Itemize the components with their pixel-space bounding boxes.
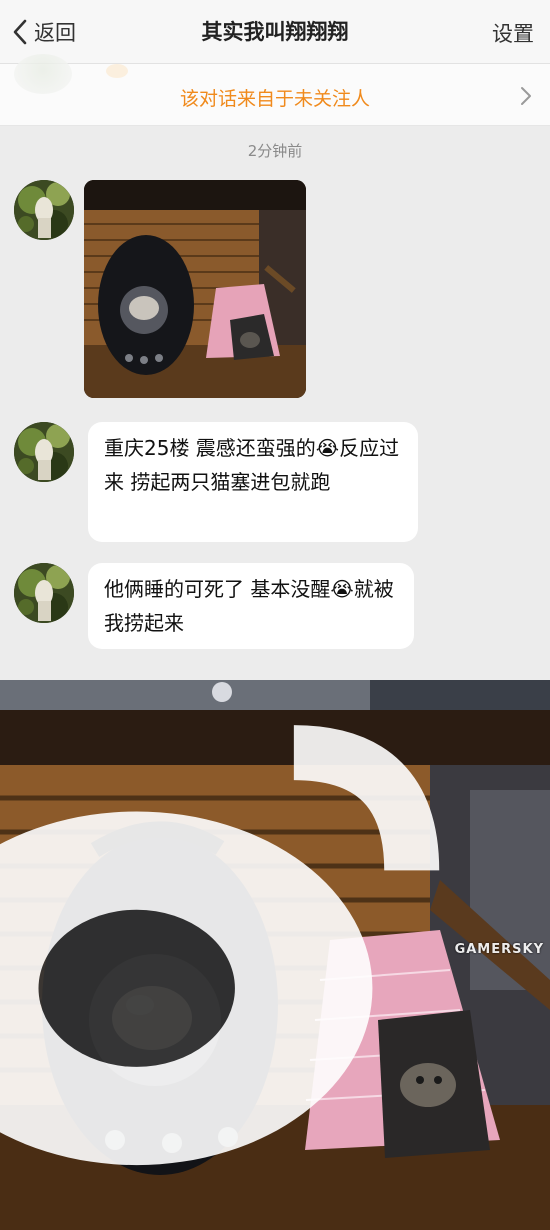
- sender-avatar[interactable]: [14, 180, 74, 240]
- conversation-title: 其实我叫翔翔翔: [201, 20, 349, 44]
- text-message[interactable]: 重庆25楼 震感还蛮强的😭反应过来 捞起两只猫塞进包就跑: [88, 422, 418, 542]
- faded-badge: [106, 64, 128, 78]
- stranger-notice-banner[interactable]: 该对话来自于未关注人: [0, 54, 550, 126]
- navigation-bar: 返回 其实我叫翔翔翔 设置: [0, 0, 550, 64]
- chevron-left-icon: [13, 19, 27, 45]
- image-message[interactable]: [84, 180, 306, 398]
- back-button[interactable]: 返回: [12, 14, 76, 50]
- back-label: 返回: [34, 21, 76, 45]
- source-watermark: GAMERSKY: [0, 680, 544, 1224]
- stranger-notice-text: 该对话来自于未关注人: [179, 88, 370, 110]
- enlarged-photo: GAMERSKY: [0, 680, 550, 1230]
- message-timestamp: 2分钟前: [247, 142, 303, 160]
- weibo-icon: [0, 725, 439, 1166]
- sender-avatar[interactable]: [14, 563, 74, 623]
- text-message[interactable]: 他俩睡的可死了 基本没醒😭就被我捞起来: [88, 563, 414, 649]
- settings-button[interactable]: 设置: [492, 18, 534, 48]
- sender-avatar[interactable]: [14, 422, 74, 482]
- chevron-right-icon: [521, 87, 531, 105]
- watermark-text: GAMERSKY: [454, 941, 544, 957]
